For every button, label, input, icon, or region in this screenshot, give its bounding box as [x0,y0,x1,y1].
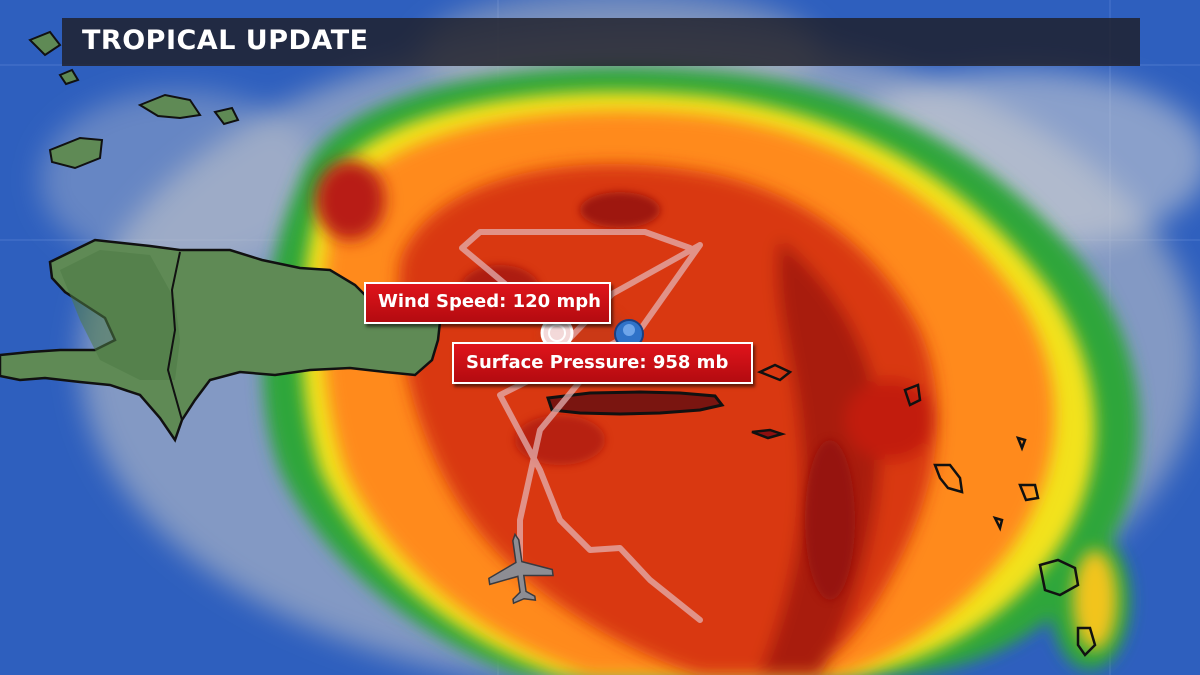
surface-pressure-text: Surface Pressure: 958 mb [466,352,729,373]
surface-pressure-label: Surface Pressure: 958 mb [452,342,753,384]
radar-map [0,0,1200,675]
wind-speed-label: Wind Speed: 120 mph [364,282,611,324]
title-bar: TROPICAL UPDATE [62,18,1140,66]
wind-speed-text: Wind Speed: 120 mph [378,291,601,312]
page-title: TROPICAL UPDATE [82,25,369,56]
puerto-rico-land [545,390,725,416]
